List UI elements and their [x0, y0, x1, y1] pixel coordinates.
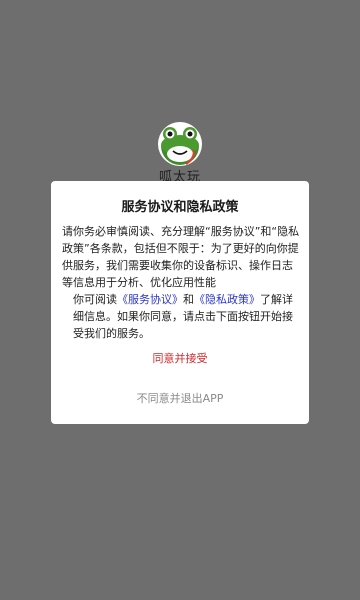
dialog-title: 服务协议和隐私政策 — [121, 200, 239, 215]
service-agreement-link[interactable]: 《服务协议》 — [117, 293, 183, 306]
paragraph-2-prefix: 你可阅读 — [73, 293, 117, 306]
agree-button[interactable]: 同意并接受 — [51, 349, 309, 369]
dialog-body: 请你务必审慎阅读、充分理解“服务协议”和“隐私政策”各条款，包括但不限于：为了更… — [62, 223, 300, 342]
dialog-paragraph-1: 请你务必审慎阅读、充分理解“服务协议”和“隐私政策”各条款，包括但不限于：为了更… — [62, 225, 300, 289]
paragraph-2-and: 和 — [183, 293, 194, 306]
privacy-dialog: 服务协议和隐私政策 请你务必审慎阅读、充分理解“服务协议”和“隐私政策”各条款，… — [51, 181, 309, 424]
dialog-paragraph-2: 你可阅读《服务协议》和《隐私政策》了解详细信息。如果你同意，请点击下面按钮开始接… — [62, 291, 300, 342]
privacy-policy-link[interactable]: 《隐私政策》 — [194, 293, 260, 306]
frog-logo-icon — [158, 122, 202, 166]
disagree-exit-button[interactable]: 不同意并退出APP — [51, 389, 309, 409]
